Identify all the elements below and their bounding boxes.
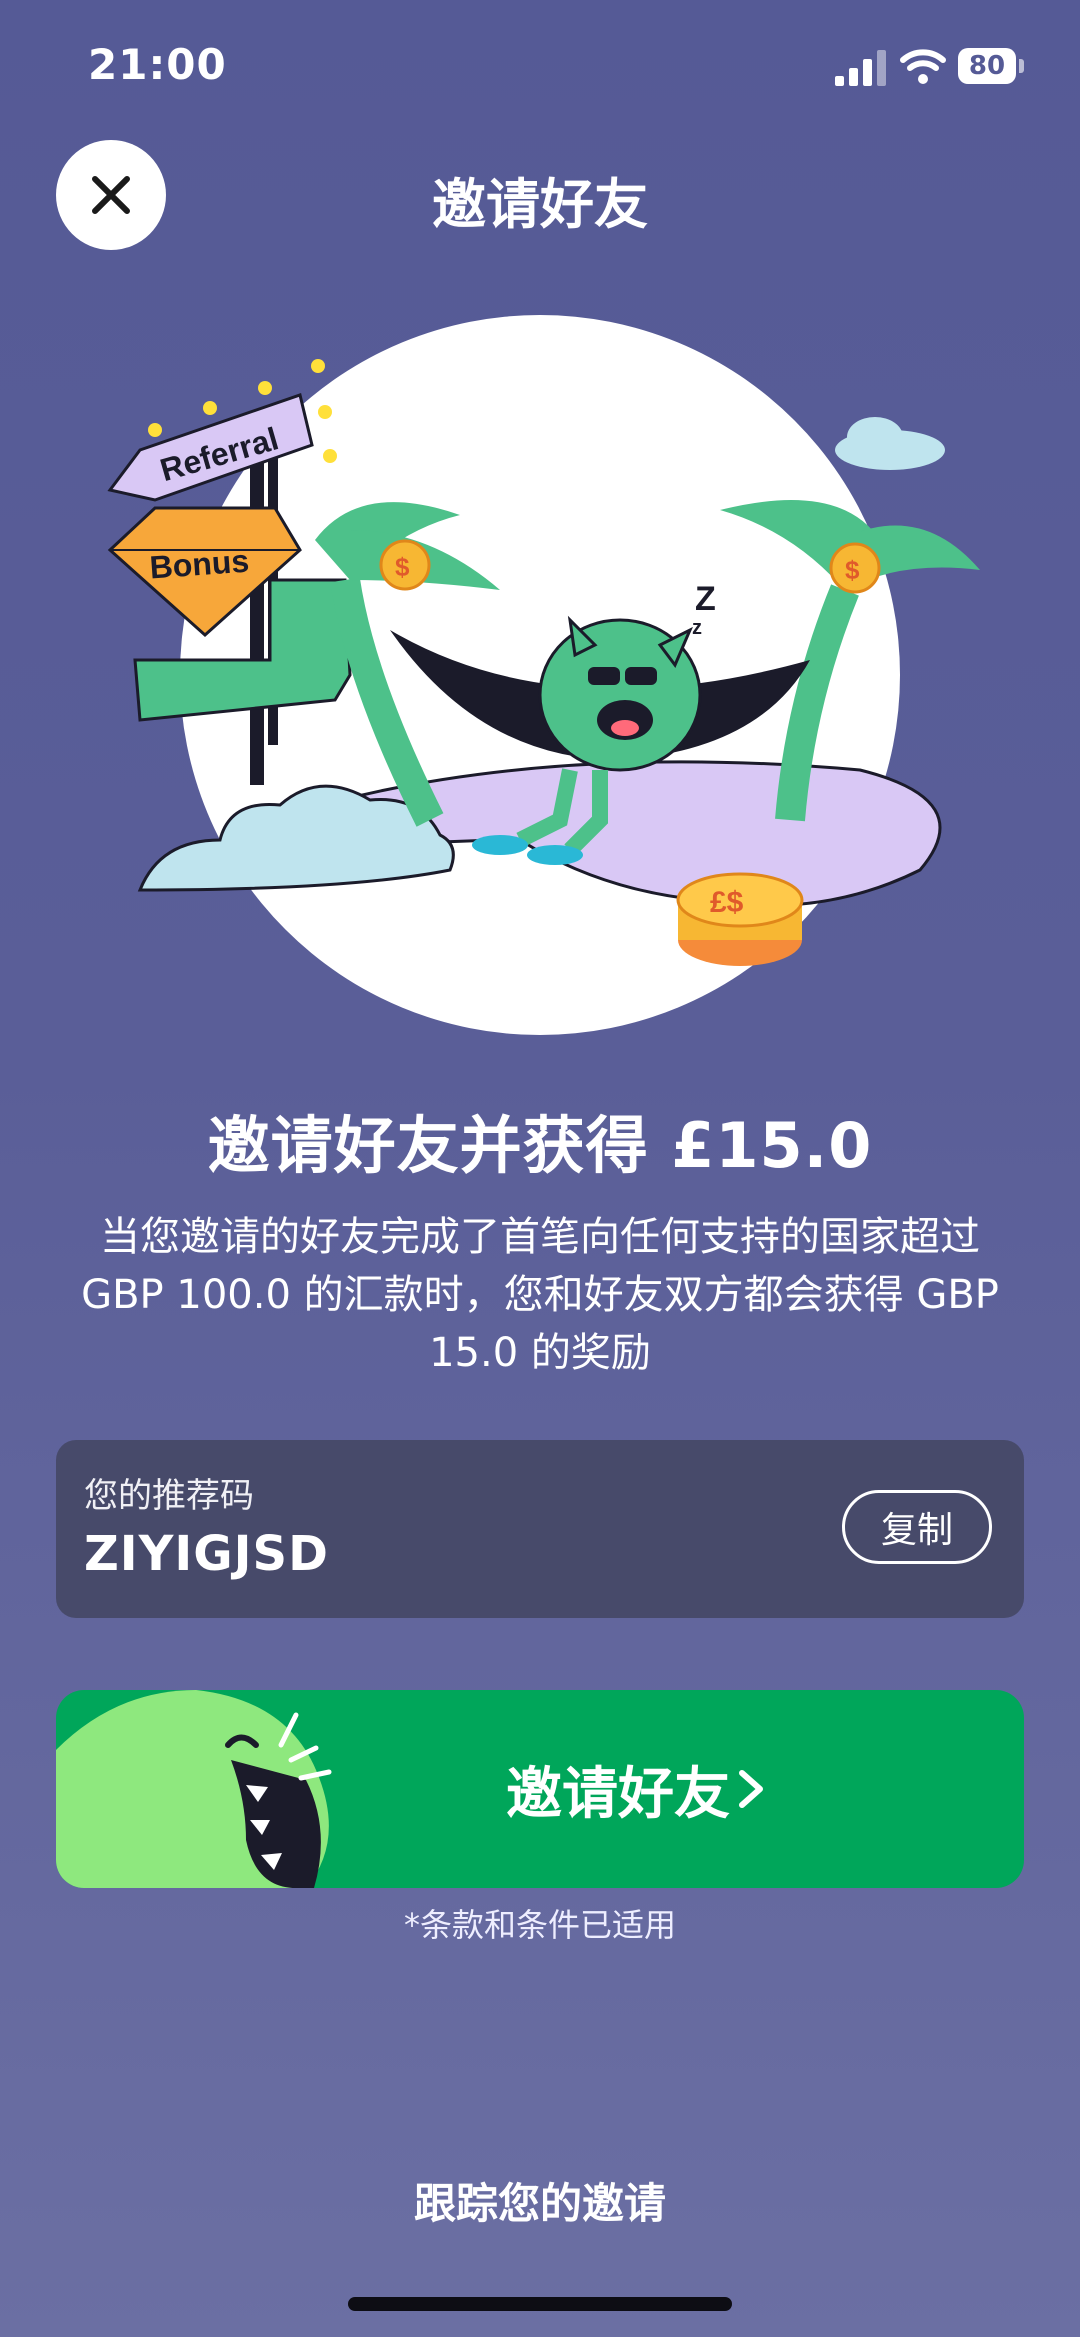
invite-friends-label: 邀请好友 [506, 1761, 730, 1827]
signal-icon [835, 50, 886, 86]
bonus-gem-text: Bonus [148, 543, 250, 586]
chevron-right-icon [739, 1770, 763, 1808]
coin-icon: $ [379, 539, 431, 591]
referral-code-label: 您的推荐码 [84, 1476, 254, 1516]
hero-illustration: Referral Bonus $ $ Z z £$ [107, 315, 980, 1035]
cloud-icon [835, 417, 945, 470]
home-indicator [348, 2297, 732, 2311]
sleep-text: Z [695, 580, 716, 618]
terms-link[interactable]: *条款和条件已适用 [0, 1900, 1080, 1946]
status-time: 21:00 [88, 40, 227, 89]
track-invites-link[interactable]: 跟踪您的邀请 [0, 2170, 1080, 2231]
svg-text:£$: £$ [710, 886, 744, 919]
copy-button[interactable]: 复制 [842, 1490, 992, 1564]
coin-icon: $ [829, 542, 881, 594]
status-bar: 21:00 80 [0, 0, 1080, 130]
referral-code-card: 您的推荐码 ZIYIGJSD 复制 [56, 1440, 1024, 1618]
battery-level: 80 [968, 51, 1006, 81]
svg-text:$: $ [395, 552, 410, 582]
dino-mascot-icon [56, 1690, 332, 1888]
coin-stack-icon: £$ [676, 872, 804, 966]
svg-text:$: $ [845, 555, 860, 585]
headline: 邀请好友并获得 £15.0 [207, 1109, 873, 1182]
wifi-icon [900, 49, 946, 84]
description: 当您邀请的好友完成了首笔向任何支持的国家超过 GBP 100.0 的汇款时，您和… [81, 1214, 999, 1376]
svg-text:z: z [692, 617, 702, 639]
referral-code-value: ZIYIGJSD [84, 1526, 329, 1582]
page-title: 邀请好友 [432, 173, 648, 236]
invite-friends-button[interactable]: 邀请好友 [56, 1690, 1024, 1888]
battery-icon: 80 [958, 48, 1028, 86]
